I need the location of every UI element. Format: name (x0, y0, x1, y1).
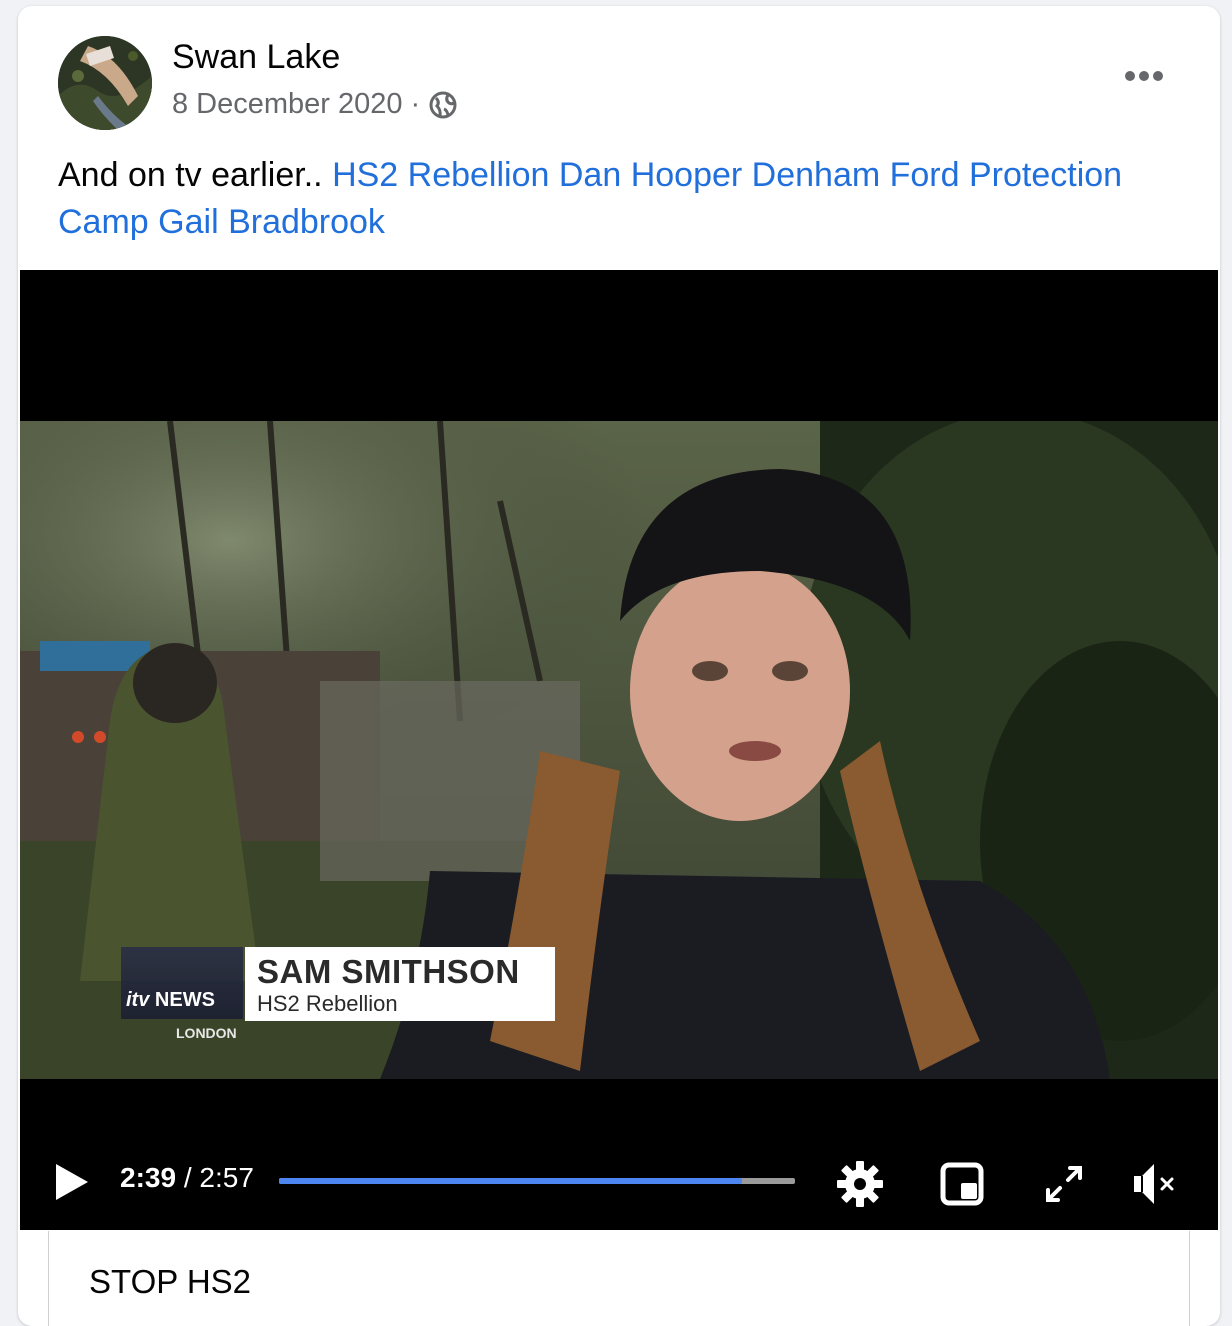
post-date[interactable]: 8 December 2020 (172, 88, 403, 121)
channel-logo: itv NEWS (126, 989, 215, 1011)
speaker-name: SAM SMITHSON (257, 953, 520, 990)
link-preview-card[interactable]: STOP HS2 (48, 1231, 1190, 1326)
tag-link[interactable]: Dan Hooper (559, 156, 742, 194)
more-options-icon (1123, 69, 1165, 88)
picture-in-picture-icon[interactable] (934, 1156, 990, 1212)
link-title[interactable]: STOP HS2 (89, 1263, 251, 1301)
caption-text: And on tv earlier.. (58, 156, 323, 194)
duration: 2:57 (199, 1162, 254, 1193)
more-options-button[interactable] (1118, 58, 1170, 98)
play-icon[interactable] (52, 1160, 92, 1204)
meta-separator: · (410, 88, 421, 120)
post-card: Swan Lake 8 December 2020 · And on tv ea… (18, 6, 1220, 1326)
tag-link[interactable]: HS2 Rebellion (332, 156, 549, 194)
post-caption: And on tv earlier.. HS2 Rebellion Dan Ho… (58, 152, 1188, 246)
author-name[interactable]: Swan Lake (172, 38, 340, 77)
current-time: 2:39 (120, 1162, 177, 1193)
settings-icon[interactable] (832, 1156, 888, 1212)
video-time: 2:39 / 2:57 (120, 1162, 254, 1194)
progress-bar[interactable] (279, 1178, 795, 1184)
name-caption-panel: SAM SMITHSON HS2 Rebellion (245, 947, 555, 1021)
progress-fill (279, 1178, 743, 1184)
muted-icon[interactable] (1124, 1156, 1180, 1212)
globe-icon[interactable] (428, 90, 458, 120)
fullscreen-icon[interactable] (1036, 1156, 1092, 1212)
video-frame[interactable]: itv NEWS LONDON SAM SMITHSON HS2 Rebelli… (20, 421, 1218, 1079)
news-logo-panel: itv NEWS LONDON (121, 947, 243, 1041)
video-player[interactable]: itv NEWS LONDON SAM SMITHSON HS2 Rebelli… (20, 270, 1218, 1230)
video-controls: 2:39 / 2:57 (20, 1148, 1218, 1218)
author-avatar[interactable] (58, 36, 152, 130)
time-separator: / (176, 1162, 200, 1193)
speaker-title: HS2 Rebellion (257, 991, 398, 1016)
tag-link[interactable]: Gail Bradbrook (158, 203, 385, 241)
channel-region: LONDON (176, 1025, 237, 1041)
post-meta: 8 December 2020 · (172, 88, 458, 121)
